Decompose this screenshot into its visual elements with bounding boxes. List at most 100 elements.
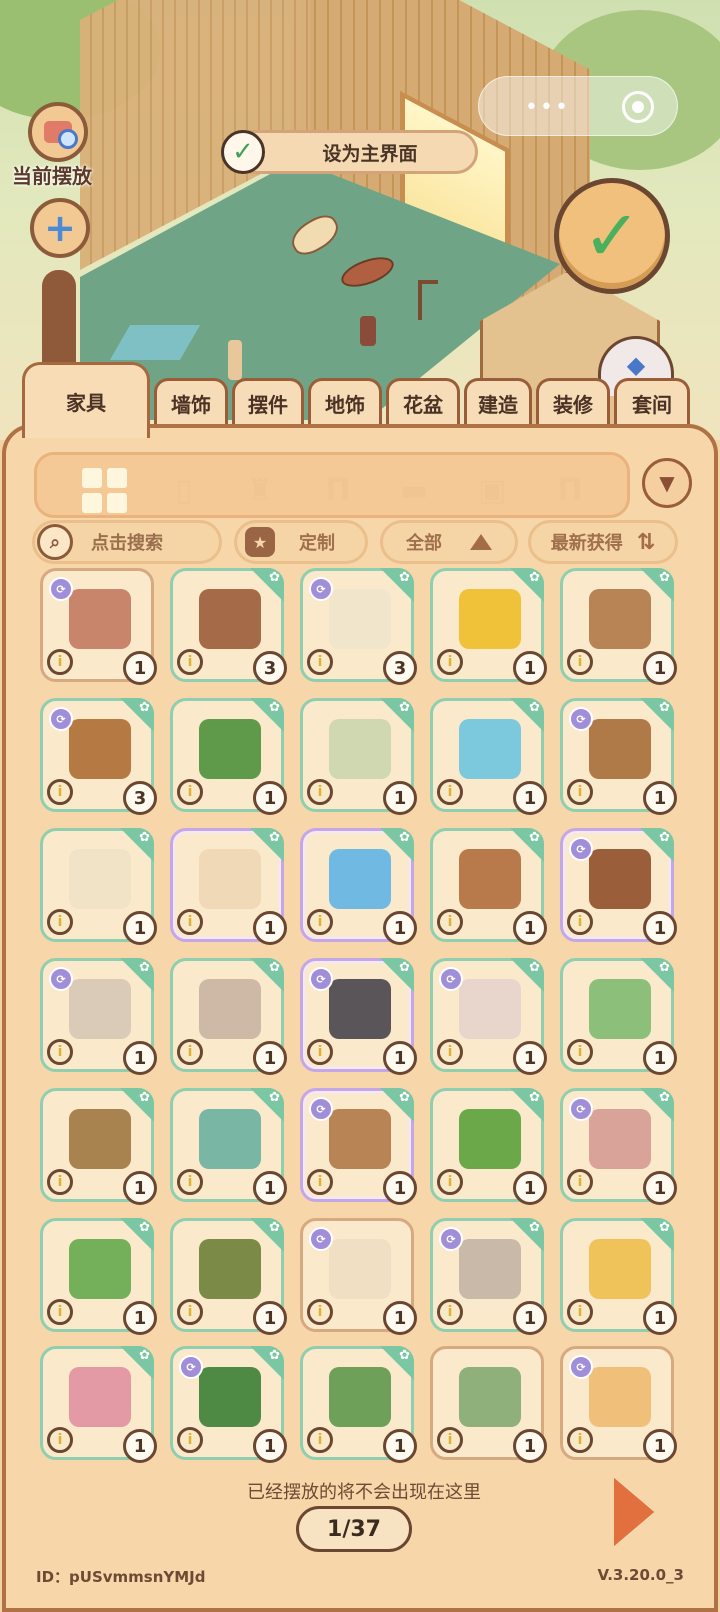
tab-6[interactable]: 建造 (464, 378, 532, 426)
bed-icon[interactable]: ▬ (391, 467, 437, 513)
next-page-button[interactable] (614, 1478, 654, 1546)
item-card-flower-bush[interactable]: ✿ i 1 (300, 1346, 417, 1463)
item-card-parasol[interactable]: ✿ i 1 (40, 828, 157, 945)
item-card-pond[interactable]: ✿ i 1 (170, 1088, 287, 1205)
info-icon[interactable]: i (47, 779, 73, 805)
item-card-plant-shelf[interactable]: ✿ i 1 (40, 1088, 157, 1205)
info-icon[interactable]: i (47, 1169, 73, 1195)
info-icon[interactable]: i (307, 1039, 333, 1065)
item-card-garden-table[interactable]: ✿ i 1 (300, 698, 417, 815)
info-icon[interactable]: i (177, 1299, 203, 1325)
custom-filter-button[interactable]: ★ 定制 (234, 520, 368, 564)
tab-2[interactable]: 墙饰 (154, 378, 228, 426)
item-card-banana-plant[interactable]: ✿ i 1 (430, 1088, 547, 1205)
info-icon[interactable]: i (307, 1427, 333, 1453)
item-card-wooden-table[interactable]: ✿ i 3 (170, 568, 287, 685)
set-as-main-toggle[interactable]: ✓ 设为主界面 (221, 130, 478, 174)
item-card-beach-net[interactable]: ✿ i 1 (170, 828, 287, 945)
info-icon[interactable]: i (177, 909, 203, 935)
item-card-bbq-grill[interactable]: ⟳ ✿ i 1 (300, 958, 417, 1075)
info-icon[interactable]: i (567, 1427, 593, 1453)
item-card-big-tree[interactable]: ⟳ ✿ i 1 (170, 1346, 287, 1463)
item-card-pool[interactable]: ✿ i 1 (430, 698, 547, 815)
item-card-sofa[interactable]: ⟳ i 1 (40, 568, 157, 685)
info-icon[interactable]: i (437, 1299, 463, 1325)
item-card-swim-rings[interactable]: ✿ i 1 (560, 1218, 677, 1335)
item-card-chess-table[interactable]: ✿ i 1 (430, 828, 547, 945)
all-filter-select[interactable]: 全部 (380, 520, 518, 564)
info-icon[interactable]: i (177, 779, 203, 805)
info-icon[interactable]: i (567, 1169, 593, 1195)
info-icon[interactable]: i (307, 779, 333, 805)
item-card-flower-fence[interactable]: ✿ i 1 (170, 958, 287, 1075)
expand-dropdown-button[interactable]: ▼ (642, 458, 692, 508)
info-icon[interactable]: i (47, 1299, 73, 1325)
cabinet-icon[interactable]: ▣ (469, 467, 515, 513)
tab-4[interactable]: 地饰 (308, 378, 382, 426)
info-icon[interactable]: i (307, 649, 333, 675)
stool-icon[interactable]: П (315, 467, 361, 513)
current-layout-button[interactable] (28, 102, 88, 162)
info-icon[interactable]: i (47, 1427, 73, 1453)
item-card-flower-cart[interactable]: ✿ i 1 (40, 1346, 157, 1463)
tab-3[interactable]: 摆件 (232, 378, 304, 426)
item-card-fountain[interactable]: ⟳ ✿ i 1 (560, 1088, 677, 1205)
info-icon[interactable]: i (47, 1039, 73, 1065)
info-icon[interactable]: i (307, 1169, 333, 1195)
item-card-kitchen-counter[interactable]: ⟳ ✿ i 1 (430, 1218, 547, 1335)
tab-7[interactable]: 装修 (536, 378, 610, 426)
item-card-lotus-pot[interactable]: ✿ i 1 (40, 1218, 157, 1335)
info-icon[interactable]: i (177, 1169, 203, 1195)
info-icon[interactable]: i (307, 1299, 333, 1325)
item-card-bench[interactable]: ⟳ ✿ i 1 (560, 698, 677, 815)
all-grid-icon[interactable] (81, 467, 127, 513)
close-target-icon[interactable] (622, 91, 654, 123)
item-card-fence-arch[interactable]: ⟳ ✿ i 1 (40, 958, 157, 1075)
more-icon[interactable]: ••• (525, 95, 570, 120)
info-icon[interactable]: i (177, 649, 203, 675)
info-icon[interactable]: i (437, 909, 463, 935)
info-icon[interactable]: i (567, 909, 593, 935)
mini-program-capsule[interactable]: ••• (478, 76, 678, 136)
item-card-iron-chair[interactable]: ⟳ ✿ i 1 (430, 958, 547, 1075)
confirm-button[interactable]: ✓ (554, 178, 670, 294)
item-card-swing[interactable]: ⟳ ✿ i 1 (300, 1088, 417, 1205)
desk-lamp-decor[interactable] (418, 280, 438, 320)
item-card-swimming-pool[interactable]: ✿ i 1 (300, 828, 417, 945)
item-card-lounge-chair[interactable]: ⟳ ✿ i 3 (300, 568, 417, 685)
tab-8[interactable]: 套间 (614, 378, 690, 426)
stand-decor[interactable] (360, 316, 376, 346)
sort-select[interactable]: 最新获得 ⇅ (528, 520, 678, 564)
info-icon[interactable]: i (437, 1039, 463, 1065)
info-icon[interactable]: i (437, 649, 463, 675)
toilet-icon[interactable]: ♜ (237, 467, 283, 513)
item-card-rose-bush[interactable]: ✿ i 1 (170, 698, 287, 815)
info-icon[interactable]: i (567, 1299, 593, 1325)
item-card-topiary[interactable]: ✿ i 1 (560, 958, 677, 1075)
info-icon[interactable]: i (47, 909, 73, 935)
search-input[interactable]: ⌕ 点击搜索 (32, 520, 222, 564)
info-icon[interactable]: i (47, 649, 73, 675)
tab-1[interactable]: 家具 (22, 362, 150, 438)
info-icon[interactable]: i (567, 1039, 593, 1065)
table-icon[interactable]: П (547, 467, 593, 513)
info-icon[interactable]: i (437, 1427, 463, 1453)
item-card-vine-trellis[interactable]: ✿ i 1 (170, 1218, 287, 1335)
item-card-low-table[interactable]: i1 (430, 1346, 547, 1463)
item-card-barrel-stall[interactable]: ⟳ ✿ i 1 (560, 828, 677, 945)
item-card-floor-lamp[interactable]: ⟳ i 1 (560, 1346, 677, 1463)
item-card-signpost[interactable]: ✿ i 1 (560, 568, 677, 685)
tab-5[interactable]: 花盆 (386, 378, 460, 426)
info-icon[interactable]: i (567, 779, 593, 805)
info-icon[interactable]: i (307, 909, 333, 935)
info-icon[interactable]: i (437, 779, 463, 805)
fridge-icon[interactable]: ▯ (161, 467, 207, 513)
item-card-hammock[interactable]: ⟳ i 1 (300, 1218, 417, 1335)
info-icon[interactable]: i (437, 1169, 463, 1195)
info-icon[interactable]: i (177, 1427, 203, 1453)
info-icon[interactable]: i (177, 1039, 203, 1065)
item-card-rocking-chair[interactable]: ⟳ ✿ i 3 (40, 698, 157, 815)
add-button[interactable]: + (30, 198, 90, 258)
info-icon[interactable]: i (567, 649, 593, 675)
item-card-sunflowers[interactable]: ✿ i 1 (430, 568, 547, 685)
